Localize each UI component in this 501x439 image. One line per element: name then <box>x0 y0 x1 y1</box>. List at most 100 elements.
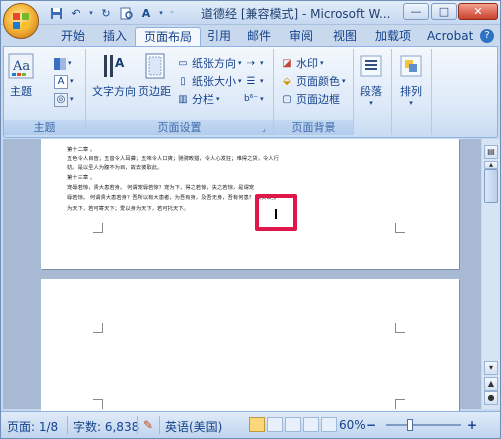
group-page-setup: A 文字方向 页边距 ▭ 纸张方向 ▾ ▯ 纸张大小 ▾ ▥ 分栏 ▾ ⇢ ▾ ☰ ▾ b⁶⁻ ▾… <box>86 49 274 135</box>
paper-size-label: 纸张大小 <box>192 75 236 88</box>
close-button[interactable]: ✕ <box>458 3 498 20</box>
page-color-button[interactable]: ⬙ 页面颜色 ▾ <box>280 73 345 90</box>
dropdown-arrow-icon: ▾ <box>260 95 264 103</box>
orientation-icon: ▭ <box>178 58 188 69</box>
watermark-button[interactable]: ◪ 水印 ▾ <box>280 55 323 72</box>
dropdown-arrow-icon[interactable]: ▾ <box>87 4 95 22</box>
ribbon: Aa 主题 ▾ A ▾ ◎ ▾ 主题 A 文字方向 页边距 ▭ 纸张方向 ▾ ▯… <box>3 46 498 138</box>
dropdown-arrow-icon: ▾ <box>260 77 264 85</box>
language-status[interactable]: 英语(美国) <box>165 418 222 435</box>
maximize-button[interactable]: □ <box>431 3 457 20</box>
tab-insert[interactable]: 插入 <box>95 27 135 46</box>
margins-button[interactable]: 页边距 <box>138 53 171 99</box>
dropdown-arrow-icon: ▾ <box>260 59 264 67</box>
scroll-up-icon[interactable]: ▴ <box>484 161 498 169</box>
group-paragraph: 段落 ▾ <box>354 49 392 135</box>
hyphenation-button[interactable]: b⁶⁻ ▾ <box>244 91 264 108</box>
print-preview-icon[interactable] <box>117 4 135 22</box>
page-count-status[interactable]: 页面: 1/8 <box>7 418 58 435</box>
paper-size-button[interactable]: ▯ 纸张大小 ▾ <box>176 73 242 90</box>
columns-button[interactable]: ▥ 分栏 ▾ <box>176 91 219 108</box>
office-logo-icon <box>13 13 29 29</box>
customize-qat-icon[interactable]: ⁼ <box>167 4 177 22</box>
undo-icon[interactable]: ↶ <box>67 4 85 22</box>
zoom-in-button[interactable]: + <box>467 418 477 432</box>
full-screen-reading-view-icon[interactable] <box>267 417 283 432</box>
previous-page-icon[interactable]: ▲ <box>484 377 498 391</box>
ruler-toggle-icon[interactable]: ▤ <box>484 145 498 159</box>
web-layout-view-icon[interactable] <box>285 417 301 432</box>
dropdown-arrow-icon: ▾ <box>238 77 242 85</box>
orientation-label: 纸张方向 <box>192 57 236 70</box>
page-setup-dialog-launcher-icon[interactable]: ⌟ <box>262 124 271 133</box>
orientation-button[interactable]: ▭ 纸张方向 ▾ <box>176 55 241 72</box>
dropdown-arrow-icon: ▾ <box>409 99 413 107</box>
tab-references[interactable]: 引用 <box>199 27 239 46</box>
doc-text-line: 妨。是以圣人为腹不为目，故去彼取此。 <box>67 165 163 171</box>
tab-home[interactable]: 开始 <box>53 27 93 46</box>
vertical-scrollbar[interactable]: ▤ ▴ ▾ ▲ ● <box>482 139 500 409</box>
paragraph-button[interactable]: 段落 ▾ <box>358 53 384 107</box>
tab-page-layout[interactable]: 页面布局 <box>135 27 202 46</box>
document-area[interactable]: 第十二章 。 五色令人目盲；五音令人耳聋；五味令人口爽；驰骋畋猎，令人心发狂；难… <box>3 139 481 419</box>
text-direction-button[interactable]: A 文字方向 <box>92 53 136 99</box>
select-browse-object-icon[interactable]: ● <box>484 391 498 405</box>
zoom-out-button[interactable]: − <box>366 418 376 432</box>
group-label-page-background: 页面背景 <box>274 120 353 135</box>
title-bar: ↶ ▾ ↻ A ▾ ⁼ 道德经 [兼容模式] - Microsoft W... … <box>1 1 500 25</box>
doc-text-line: 辱若惊。 何谓贵大患若身？吾所以有大患者，为吾有身，及吾无身，吾有何患？ 故贵以… <box>67 195 277 201</box>
font-color-icon[interactable]: A <box>137 4 155 22</box>
zoom-slider-thumb[interactable] <box>407 419 413 431</box>
crop-mark-top-left <box>93 323 103 333</box>
save-icon[interactable] <box>47 4 65 22</box>
theme-effects-button[interactable]: ◎ ▾ <box>54 91 74 108</box>
tab-add-ins[interactable]: 加载项 <box>367 27 419 46</box>
text-direction-icon: A <box>101 53 127 79</box>
crop-mark-bottom-left <box>93 399 103 409</box>
hyphenation-icon: b⁶⁻ <box>244 94 259 104</box>
minimize-button[interactable]: — <box>403 3 429 20</box>
paper-size-icon: ▯ <box>180 76 186 87</box>
office-button[interactable] <box>3 3 39 39</box>
word-window: ↶ ▾ ↻ A ▾ ⁼ 道德经 [兼容模式] - Microsoft W... … <box>0 0 501 439</box>
color-swatch-icon <box>54 57 66 70</box>
word-count-status[interactable]: 字数: 6,838 <box>73 418 139 435</box>
proofing-icon[interactable]: ✎ <box>143 418 153 432</box>
breaks-button[interactable]: ⇢ ▾ <box>244 55 264 72</box>
tab-acrobat[interactable]: Acrobat <box>419 27 481 46</box>
tab-mailings[interactable]: 邮件 <box>239 27 279 46</box>
zoom-level[interactable]: 60% <box>339 418 366 432</box>
window-title: 道德经 [兼容模式] - Microsoft W... <box>201 7 391 21</box>
theme-button[interactable]: Aa 主题 <box>8 53 34 99</box>
crop-mark-top-right <box>395 323 405 333</box>
doc-text-line: 第十三章 。 <box>67 175 96 181</box>
arrange-button[interactable]: 排列 ▾ <box>398 53 424 107</box>
text-caret <box>275 209 277 219</box>
theme-colors-button[interactable]: ▾ <box>54 55 72 72</box>
group-theme: Aa 主题 ▾ A ▾ ◎ ▾ 主题 <box>4 49 86 135</box>
scroll-down-icon[interactable]: ▾ <box>484 361 498 375</box>
scroll-thumb[interactable] <box>484 169 498 203</box>
ribbon-tabs: 开始 插入 页面布局 引用 邮件 审阅 视图 加载项 Acrobat ? <box>1 25 500 46</box>
line-numbers-button[interactable]: ☰ ▾ <box>244 73 264 90</box>
svg-text:A: A <box>115 56 125 70</box>
help-icon[interactable]: ? <box>480 29 494 43</box>
dropdown-arrow-icon: ▾ <box>68 59 72 67</box>
outline-view-icon[interactable] <box>303 417 319 432</box>
dropdown-arrow-icon: ▾ <box>70 95 74 103</box>
print-layout-view-icon[interactable] <box>249 417 265 432</box>
dropdown-arrow-icon[interactable]: ▾ <box>157 4 165 22</box>
paragraph-icon <box>358 53 384 79</box>
page-color-label: 页面颜色 <box>296 75 340 88</box>
crop-mark-bottom-right <box>395 399 405 409</box>
tab-review[interactable]: 审阅 <box>281 27 321 46</box>
status-divider <box>137 416 138 434</box>
theme-fonts-button[interactable]: A ▾ <box>54 73 74 90</box>
dropdown-arrow-icon: ▾ <box>369 99 373 107</box>
redo-icon[interactable]: ↻ <box>97 4 115 22</box>
tab-view[interactable]: 视图 <box>325 27 365 46</box>
page-2[interactable] <box>41 279 459 419</box>
zoom-slider[interactable] <box>386 419 461 431</box>
draft-view-icon[interactable] <box>321 417 337 432</box>
page-borders-button[interactable]: ▢ 页面边框 <box>280 91 340 108</box>
